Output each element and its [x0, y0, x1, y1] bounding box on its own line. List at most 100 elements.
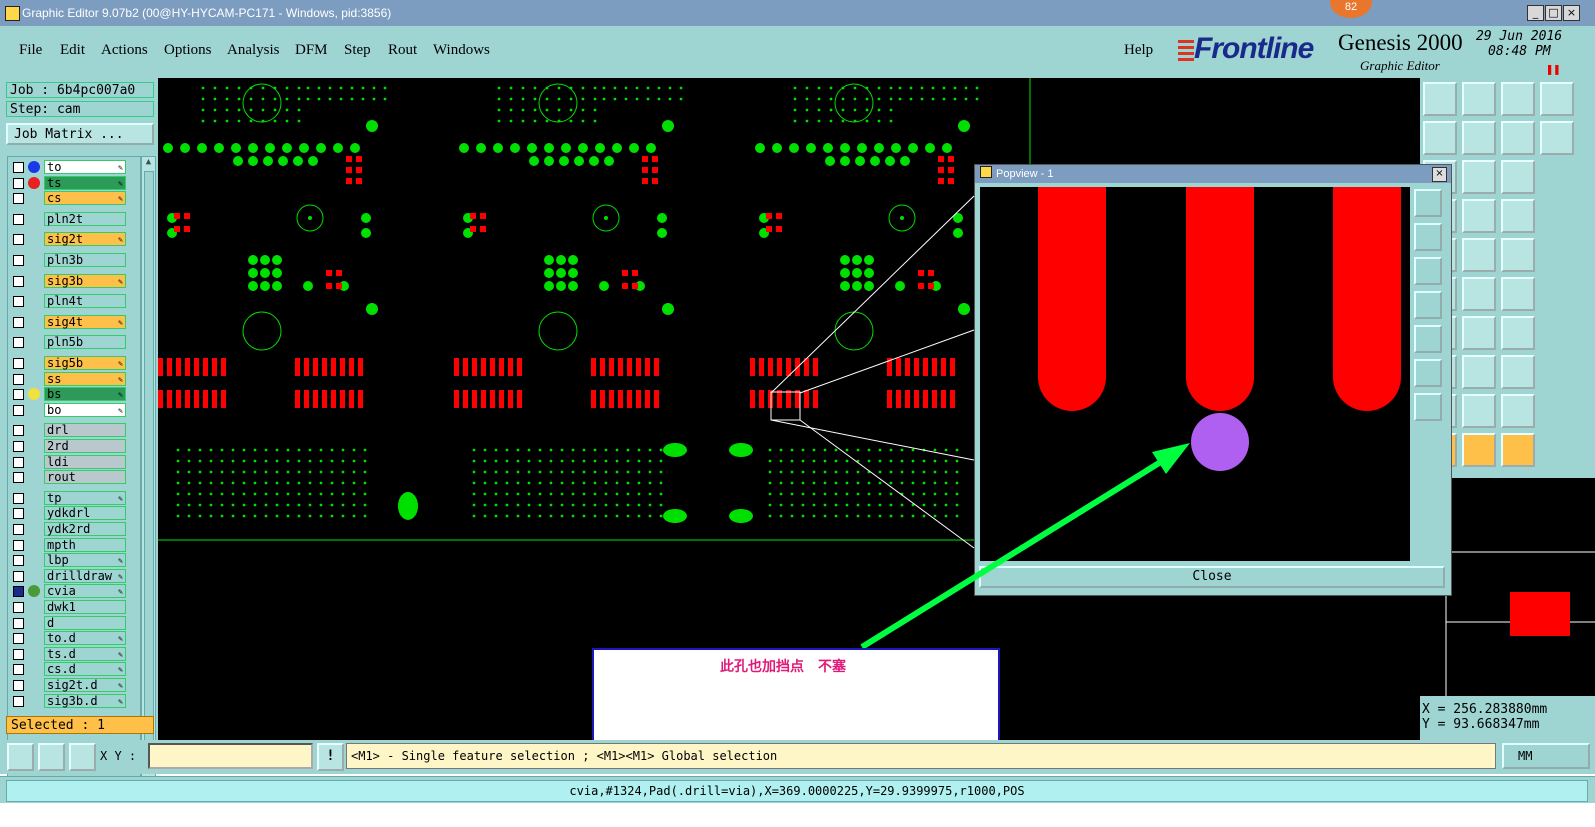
ruler-icon[interactable]	[1462, 238, 1496, 272]
layer-checkbox[interactable]	[13, 508, 24, 520]
layers-red-icon[interactable]	[1462, 199, 1496, 233]
layer-row[interactable]: ydkdrl	[8, 506, 138, 521]
layer-name[interactable]: drl	[44, 423, 126, 438]
layer-checkbox[interactable]	[13, 337, 24, 349]
popview-tool-3[interactable]	[1414, 257, 1442, 285]
layer-row[interactable]: mpth	[8, 537, 138, 553]
layer-name[interactable]: d	[44, 615, 126, 630]
layer-name[interactable]: sig3b.d ✎	[44, 693, 126, 708]
layer-checkbox[interactable]	[13, 193, 24, 205]
layer-row[interactable]: lbp ✎	[8, 553, 138, 568]
layer-row[interactable]: sig2t ✎	[8, 232, 138, 247]
minimize-button[interactable]: _	[1527, 5, 1544, 21]
layer-name[interactable]: tp ✎	[44, 490, 126, 505]
layer-name[interactable]: ss ✎	[44, 371, 126, 386]
layer-row[interactable]: pln5b	[8, 335, 138, 350]
layer-row[interactable]: sig4t ✎	[8, 314, 138, 330]
layer-name[interactable]: pln3b	[44, 253, 126, 267]
layer-checkbox[interactable]	[13, 555, 24, 567]
layer-name[interactable]: ts ✎	[44, 175, 126, 190]
layer-row[interactable]: to ✎	[8, 160, 138, 175]
layer-checkbox[interactable]	[13, 425, 24, 437]
layer-row[interactable]: ts ✎	[8, 175, 138, 191]
mirror-icon[interactable]	[1501, 121, 1535, 155]
zoom-window-icon[interactable]	[7, 743, 34, 771]
layer-name[interactable]: rout	[44, 470, 126, 485]
layer-checkbox[interactable]	[13, 664, 24, 676]
layer-name[interactable]: ts.d ✎	[44, 646, 126, 661]
hatch-icon[interactable]	[1540, 121, 1574, 155]
layer-row[interactable]: cvia ✎	[8, 584, 138, 599]
layers-blue-icon[interactable]	[1501, 355, 1535, 389]
layer-checkbox[interactable]	[13, 648, 24, 660]
layer-row[interactable]: pln4t	[8, 294, 138, 309]
scroll-up-icon[interactable]: ▲	[142, 157, 155, 169]
menu-windows[interactable]: Windows	[433, 42, 490, 59]
popview-title-bar[interactable]: Popview - 1	[975, 165, 1451, 183]
layer-checkbox[interactable]	[13, 441, 24, 452]
layer-name[interactable]: ydkdrl	[44, 506, 126, 521]
zoom-in-icon[interactable]	[1423, 121, 1457, 155]
pause-icon[interactable]: ❚❚	[1546, 62, 1560, 76]
layer-row[interactable]: ss ✎	[8, 371, 138, 387]
menu-help[interactable]: Help	[1124, 42, 1153, 59]
layer-row[interactable]: to.d ✎	[8, 631, 138, 646]
layer-checkbox[interactable]	[13, 472, 24, 484]
menu-analysis[interactable]: Analysis	[227, 42, 280, 59]
popview-tool-4[interactable]	[1414, 291, 1442, 319]
layer-checkbox[interactable]	[13, 213, 24, 225]
layer-name[interactable]: pln4t	[44, 294, 126, 309]
layer-checkbox[interactable]	[13, 234, 24, 246]
layer-row[interactable]: pln2t	[8, 211, 138, 227]
menu-actions[interactable]: Actions	[101, 42, 148, 59]
popview-close-button[interactable]: Close	[979, 566, 1445, 588]
scroll-thumb[interactable]	[144, 171, 154, 773]
menu-step[interactable]: Step	[344, 42, 371, 59]
scale-1-2-icon[interactable]	[1462, 160, 1496, 194]
bracket-icon[interactable]	[1501, 316, 1535, 350]
layer-row[interactable]: d	[8, 615, 138, 631]
layer-name[interactable]: bo ✎	[44, 402, 126, 417]
layer-name[interactable]: mpth	[44, 537, 126, 552]
add-node-icon[interactable]	[1501, 277, 1535, 311]
layer-row[interactable]: sig3b.d ✎	[8, 693, 138, 709]
layer-name[interactable]: sig5b ✎	[44, 356, 126, 370]
layer-checkbox[interactable]	[13, 296, 24, 308]
layer-checkbox[interactable]	[13, 316, 24, 328]
layer-checkbox[interactable]	[13, 255, 24, 266]
popview-zoom-area[interactable]	[980, 187, 1410, 561]
units-selector[interactable]: MM	[1502, 743, 1590, 769]
job-matrix-button[interactable]: Job Matrix ...	[6, 123, 154, 145]
layer-row[interactable]: tp ✎	[8, 490, 138, 506]
layer-name[interactable]: bs ✎	[44, 387, 126, 402]
close-window-button[interactable]: ×	[1563, 5, 1580, 21]
layer-row[interactable]: drilldraw ✎	[8, 568, 138, 584]
layer-checkbox[interactable]	[13, 633, 24, 645]
layer-checkbox[interactable]	[13, 389, 24, 401]
layer-checkbox[interactable]	[13, 695, 24, 707]
help-icon[interactable]	[1501, 160, 1535, 194]
menu-dfm[interactable]: DFM	[295, 42, 328, 59]
layer-row[interactable]: sig2t.d ✎	[8, 678, 138, 693]
layer-row[interactable]: cs.d ✎	[8, 662, 138, 677]
move-node-icon[interactable]	[1462, 277, 1496, 311]
layer-row[interactable]: ldi	[8, 454, 138, 470]
layer-name[interactable]: lbp ✎	[44, 553, 126, 568]
layer-name[interactable]: cs.d ✎	[44, 662, 126, 677]
layer-name[interactable]: pln5b	[44, 335, 126, 350]
layer-name[interactable]: sig2t.d ✎	[44, 678, 126, 692]
layer-row[interactable]: dwk1	[8, 600, 138, 615]
menu-rout[interactable]: Rout	[388, 42, 417, 59]
layer-checkbox[interactable]	[13, 680, 24, 691]
layer-row[interactable]: bs ✎	[8, 387, 138, 402]
layer-name[interactable]: ydk2rd	[44, 522, 126, 536]
layer-row[interactable]: drl	[8, 423, 138, 438]
menu-file[interactable]: File	[19, 42, 42, 59]
route-icon[interactable]	[1501, 433, 1535, 467]
fill-icon[interactable]	[1501, 238, 1535, 272]
layer-name[interactable]: dwk1	[44, 600, 126, 614]
layer-row[interactable]: ydk2rd	[8, 522, 138, 537]
measure-icon[interactable]	[38, 743, 65, 771]
layer-checkbox[interactable]	[13, 275, 24, 287]
layer-checkbox[interactable]	[13, 586, 24, 598]
